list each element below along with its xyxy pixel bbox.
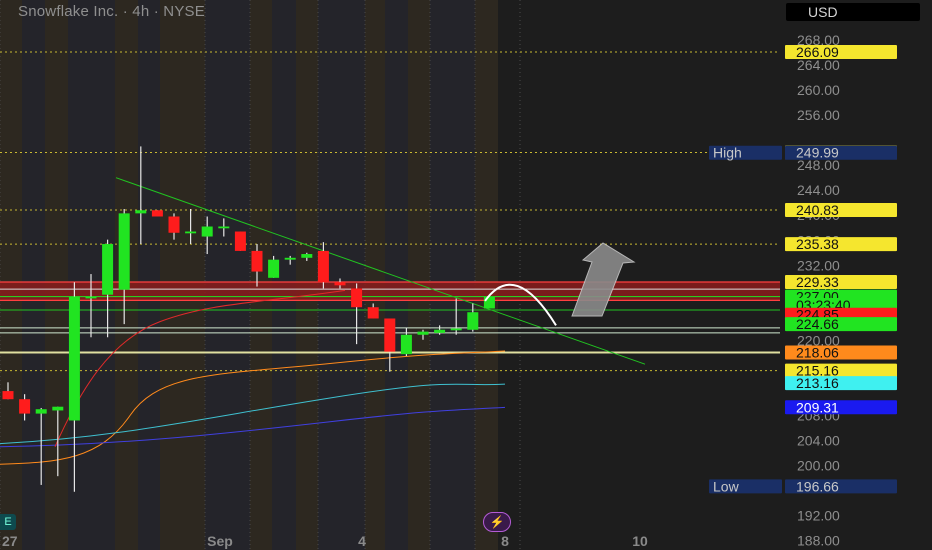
session-band xyxy=(160,0,205,550)
session-band xyxy=(408,0,430,550)
price-tag-prefix-label: Low xyxy=(713,478,740,494)
price-tag-label: 240.83 xyxy=(796,202,839,218)
candle-body xyxy=(251,250,263,272)
projection-arrow-icon xyxy=(571,242,636,317)
session-band xyxy=(385,0,408,550)
candle-body xyxy=(19,399,31,414)
price-tag-label: 249.99 xyxy=(796,145,839,161)
candle-body xyxy=(351,288,363,308)
session-band xyxy=(365,0,385,550)
candle-body xyxy=(218,226,230,229)
y-axis-tick: 192.00 xyxy=(797,508,840,524)
session-band xyxy=(138,0,160,550)
candle-body xyxy=(85,296,97,299)
y-axis-tick: 200.00 xyxy=(797,458,840,474)
candle-body xyxy=(334,282,346,286)
candle-body xyxy=(301,254,313,258)
candle-body xyxy=(417,331,429,335)
candle-body xyxy=(151,210,163,217)
candle-body xyxy=(68,296,80,421)
candle-body xyxy=(434,329,446,333)
candle-body xyxy=(185,231,197,234)
indicator-logo-icon[interactable]: E xyxy=(0,514,16,530)
price-tag-label: 218.06 xyxy=(796,345,839,361)
price-tag-label: 266.09 xyxy=(796,44,839,60)
candle-body xyxy=(467,312,479,330)
candle-body xyxy=(234,231,246,251)
x-axis-tick: 27 xyxy=(2,533,18,549)
y-axis-tick: 256.00 xyxy=(797,107,840,123)
session-band xyxy=(430,0,475,550)
candle-body xyxy=(35,409,47,414)
candle-body xyxy=(168,216,180,233)
price-tag-prefix-label: High xyxy=(713,145,742,161)
chart-title: Snowflake Inc. · 4h · NYSE xyxy=(18,3,205,20)
candle-body xyxy=(201,226,213,237)
candle-body xyxy=(2,391,14,400)
candle-body xyxy=(317,250,329,283)
y-axis-tick: 232.00 xyxy=(797,257,840,273)
candle-body xyxy=(450,328,462,331)
candle-body xyxy=(135,210,147,214)
candle-body xyxy=(118,213,130,290)
session-band xyxy=(205,0,250,550)
x-axis-tick: 4 xyxy=(358,533,366,549)
candle-body xyxy=(384,318,396,352)
x-axis-tick: 8 xyxy=(501,533,509,549)
candle-body xyxy=(284,257,296,260)
resistance-zone xyxy=(0,282,780,301)
price-chart[interactable]: 272.00268.00264.00260.00256.00248.00244.… xyxy=(0,0,932,550)
session-band xyxy=(296,0,318,550)
candle-body xyxy=(483,296,495,309)
session-band xyxy=(45,0,68,550)
candle-body xyxy=(102,244,114,295)
y-axis-tick: 188.00 xyxy=(797,533,840,549)
price-tag-label: 196.66 xyxy=(796,478,839,494)
x-axis-tick: 10 xyxy=(632,533,648,549)
candle-body xyxy=(400,334,412,355)
y-axis-tick: 260.00 xyxy=(797,82,840,98)
candle-body xyxy=(268,259,280,278)
session-band xyxy=(475,0,498,550)
price-tag-label: 224.66 xyxy=(796,316,839,332)
session-band xyxy=(0,0,22,550)
price-tag-label: 209.31 xyxy=(796,399,839,415)
lightning-bolt-icon[interactable]: ⚡ xyxy=(483,512,511,532)
currency-selector[interactable]: USD xyxy=(786,3,920,21)
candle-body xyxy=(367,307,379,319)
y-axis-tick: 244.00 xyxy=(797,182,840,198)
x-axis-tick: Sep xyxy=(207,533,233,549)
candle-body xyxy=(52,406,64,411)
price-tag-label: 235.38 xyxy=(796,236,839,252)
y-axis-tick: 204.00 xyxy=(797,433,840,449)
price-tag-label: 213.16 xyxy=(796,375,839,391)
